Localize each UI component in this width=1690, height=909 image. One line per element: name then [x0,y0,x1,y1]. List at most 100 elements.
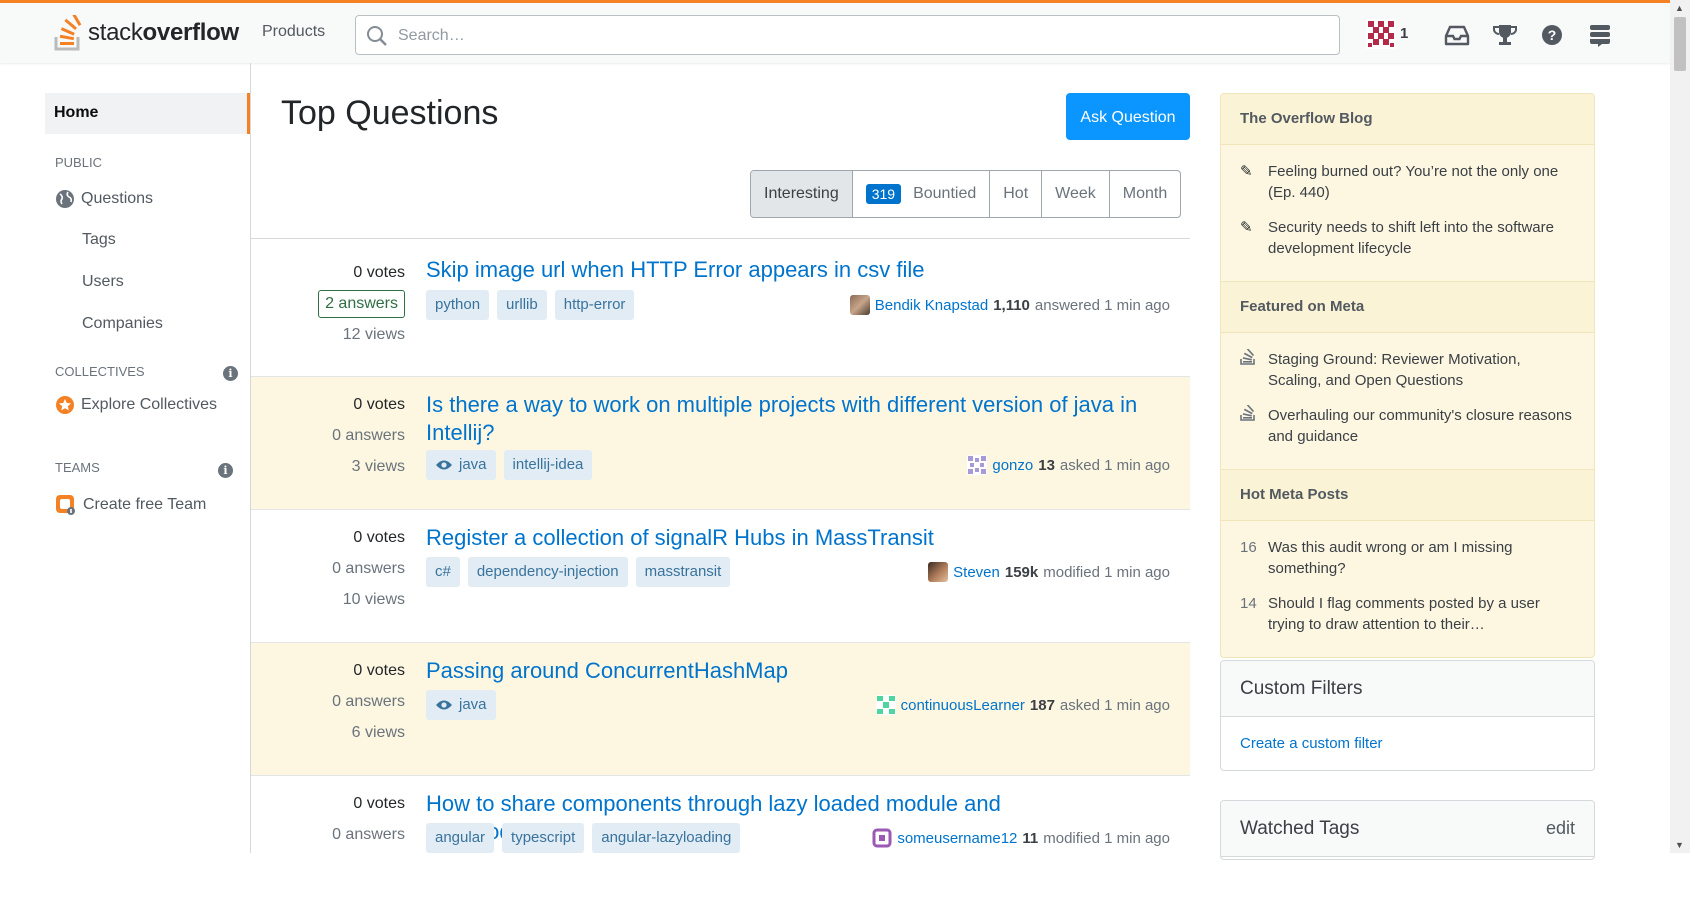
user-avatar[interactable] [1366,19,1396,49]
tag-java-watched[interactable]: java [426,450,496,480]
tab-week[interactable]: Week [1041,171,1109,217]
stackoverflow-logo-icon [54,15,82,51]
user-reputation: 187 [1029,696,1055,714]
tag-intellij-idea[interactable]: intellij-idea [503,450,593,480]
view-count: 10 views [342,591,405,608]
user-reputation: 13 [1038,456,1055,474]
question-title-link[interactable]: Register a collection of signalR Hubs in… [426,524,1146,552]
sidebar-item-explore-collectives-label: Explore Collectives [81,396,218,413]
ask-question-button[interactable]: Ask Question [1066,93,1190,140]
sidebar-item-tags[interactable]: Tags [82,231,116,249]
user-reputation[interactable]: 1 [1400,25,1408,42]
tag-typescript[interactable]: typescript [502,823,585,853]
sidebar-item-create-team[interactable]: Create free Team [55,494,206,516]
vote-count: 0 votes [353,529,405,546]
meta-item[interactable]: Staging Ground: Reviewer Motivation, Sca… [1240,348,1575,391]
create-custom-filter-link[interactable]: Create a custom filter [1240,735,1383,752]
tag-masstransit[interactable]: masstransit [635,557,731,587]
page-scrollbar[interactable]: ▲ ▼ [1670,0,1690,853]
user-reputation: 11 [1022,829,1039,847]
custom-filters-title: Custom Filters [1221,661,1594,717]
teams-info-icon[interactable]: i [218,463,233,478]
question-tags: python urllib http-error [426,290,635,320]
tag-dependency-injection[interactable]: dependency-injection [467,557,628,587]
stackoverflow-logo[interactable]: stackoverflow [54,13,239,53]
vote-count: 0 votes [353,662,405,679]
sidebar-item-users[interactable]: Users [82,273,124,291]
tag-java-watched[interactable]: java [426,690,496,720]
blog-item[interactable]: ✎ Feeling burned out? You’re not the onl… [1240,161,1575,203]
site-switcher-icon[interactable] [1586,21,1614,49]
hot-meta-item[interactable]: 14 Should I flag comments posted by a us… [1240,593,1575,635]
tag-angular[interactable]: angular [426,823,495,853]
sidebar-item-explore-collectives[interactable]: Explore Collectives [55,395,217,415]
user-avatar[interactable] [967,455,988,475]
tab-hot[interactable]: Hot [989,171,1041,217]
svg-text:?: ? [1548,27,1557,43]
activity-time: answered 1 min ago [1034,296,1170,314]
sidebar-item-home[interactable]: Home [45,93,250,134]
sidebar-item-questions[interactable]: Questions [55,189,153,209]
scroll-down-arrow-icon[interactable]: ▼ [1675,840,1684,850]
answer-count: 0 answers [332,693,405,710]
left-sidebar: Home PUBLIC Questions Tags Users Compani… [0,63,251,853]
tag-angular-lazyloading[interactable]: angular-lazyloading [592,823,741,853]
edit-watched-tags-link[interactable]: edit [1546,801,1575,856]
user-avatar[interactable] [875,695,896,715]
search-input[interactable] [396,16,1330,56]
user-avatar[interactable] [872,828,893,848]
activity-time: asked 1 min ago [1059,696,1170,714]
blog-section-title: The Overflow Blog [1221,94,1594,145]
tab-bountied[interactable]: 319 Bountied [851,171,990,217]
watched-tags-widget: Watched Tags edit [1220,800,1595,860]
user-avatar[interactable] [928,562,949,582]
question-summary: 0 votes 0 answers 10 views Register a co… [251,510,1190,643]
scroll-up-arrow-icon[interactable]: ▲ [1675,3,1684,13]
overflow-blog-widget: The Overflow Blog ✎ Feeling burned out? … [1220,93,1595,658]
sidebar-item-companies[interactable]: Companies [82,315,163,333]
user-avatar[interactable] [849,295,870,315]
collectives-info-icon[interactable]: i [223,366,238,381]
tag-http-error[interactable]: http-error [554,290,635,320]
question-stats: 0 votes 0 answers 10 views [251,522,405,615]
meta-items: Staging Ground: Reviewer Motivation, Sca… [1221,333,1594,469]
question-title-link[interactable]: Is there a way to work on multiple proje… [426,391,1146,447]
custom-filters-widget: Custom Filters Create a custom filter [1220,660,1595,771]
featured-meta-title: Featured on Meta [1221,281,1594,333]
vote-count: 0 votes [353,396,405,413]
question-summary-watched: 0 votes 0 answers 6 views Passing around… [251,643,1190,776]
tag-csharp[interactable]: c# [426,557,460,587]
eye-icon [436,460,452,470]
user-name-link[interactable]: continuousLearner [901,697,1025,714]
user-name-link[interactable]: Bendik Knapstad [875,297,988,314]
tab-month[interactable]: Month [1108,171,1180,217]
blog-item[interactable]: ✎ Security needs to shift left into the … [1240,217,1575,259]
help-icon[interactable]: ? [1538,21,1566,49]
user-reputation: 1,110 [993,296,1030,314]
meta-item[interactable]: Overhauling our community's closure reas… [1240,404,1575,447]
tag-python[interactable]: python [426,290,490,320]
user-name-link[interactable]: someusername12 [897,830,1017,847]
inbox-icon[interactable] [1443,21,1471,49]
tab-interesting[interactable]: Interesting [751,171,852,217]
activity-time: modified 1 min ago [1043,563,1170,581]
question-title-link[interactable]: Passing around ConcurrentHashMap [426,657,1146,685]
question-summary: 0 votes 0 answers How to share component… [251,776,1190,909]
question-summary: 0 votes 2 answers 12 views Skip image ur… [251,239,1190,377]
tag-urllib[interactable]: urllib [497,290,547,320]
answer-count: 0 answers [332,560,405,577]
question-user-meta: continuousLearner 187 asked 1 min ago [875,695,1170,715]
products-menu[interactable]: Products [262,23,325,41]
user-name-link[interactable]: Steven [953,564,1000,581]
question-filter-tabs: Interesting 319 Bountied Hot Week Month [750,170,1182,218]
hot-meta-item[interactable]: 16 Was this audit wrong or am I missing … [1240,537,1575,579]
answer-count: 0 answers [332,427,405,444]
scrollbar-thumb[interactable] [1674,17,1686,71]
answer-count: 0 answers [332,826,405,843]
user-name-link[interactable]: gonzo [992,457,1033,474]
vote-count: 0 votes [353,264,405,281]
question-title-link[interactable]: Skip image url when HTTP Error appears i… [426,256,1146,284]
achievements-icon[interactable] [1491,21,1519,49]
hot-meta-title: Was this audit wrong or am I missing som… [1268,539,1513,577]
sidebar-section-public: PUBLIC [55,155,102,170]
